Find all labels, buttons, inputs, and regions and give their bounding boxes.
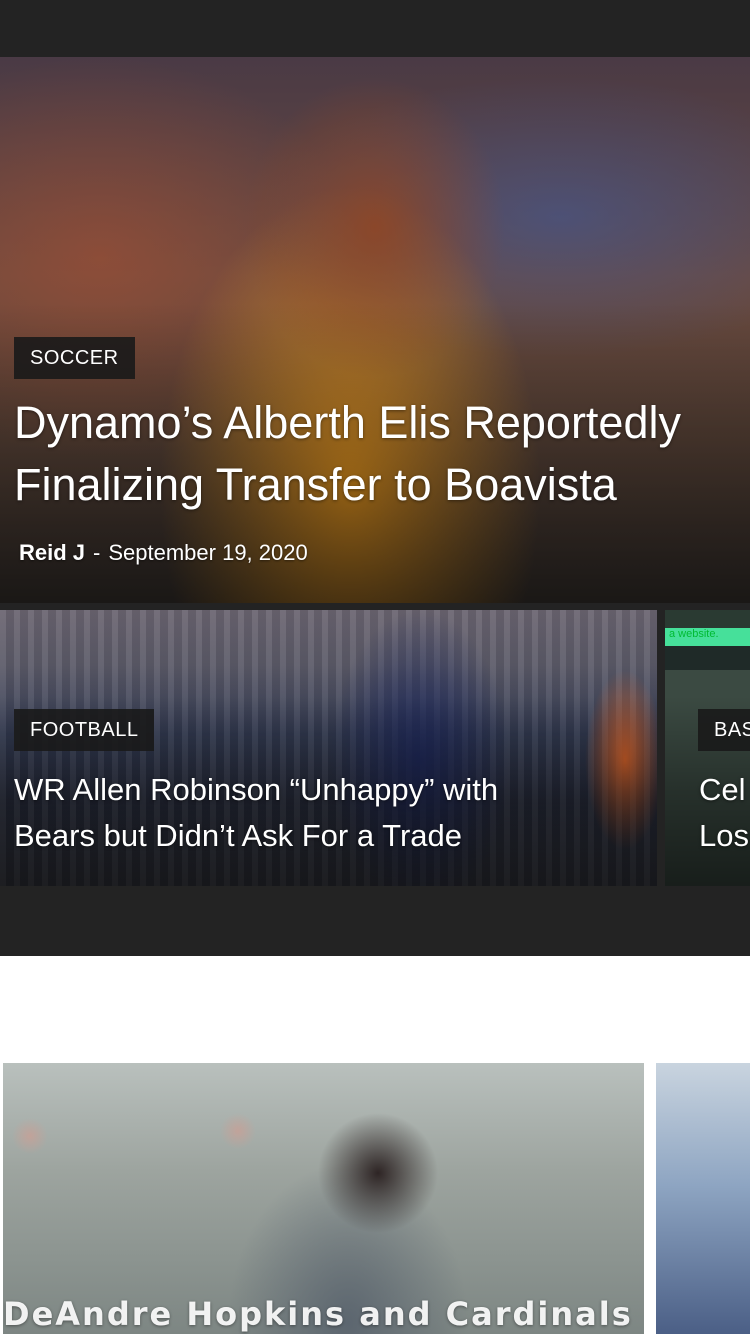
image-overlay-text: a website. — [669, 628, 719, 640]
carousel-card[interactable]: FOOTBALL WR Allen Robinson “Unhappy” wit… — [0, 610, 657, 886]
hero-category-badge[interactable]: SOCCER — [14, 337, 135, 379]
article-carousel[interactable]: FOOTBALL WR Allen Robinson “Unhappy” wit… — [0, 603, 750, 956]
lower-article-card[interactable] — [656, 1063, 750, 1334]
carousel-category-badge[interactable]: FOOTBALL — [14, 709, 155, 751]
hero-date: September 19, 2020 — [108, 540, 308, 565]
hero-author[interactable]: Reid J — [19, 540, 85, 565]
hero-meta: Reid J - September 19, 2020 — [19, 538, 308, 568]
meta-separator: - — [93, 540, 101, 565]
hero-article-card[interactable]: SOCCER Dynamo’s Alberth Elis Reportedly … — [0, 57, 750, 603]
carousel-category-badge[interactable]: BAS — [698, 709, 750, 751]
lower-article-card[interactable]: DeAndre Hopkins and Cardinals — [3, 1063, 644, 1334]
carousel-headline[interactable]: WR Allen Robinson “Unhappy” with Bears b… — [14, 767, 634, 859]
carousel-headline[interactable]: Cel Los — [699, 767, 750, 859]
top-bar — [0, 0, 750, 57]
hero-headline[interactable]: Dynamo’s Alberth Elis Reportedly Finaliz… — [14, 392, 750, 516]
lower-headline[interactable]: DeAndre Hopkins and Cardinals — [3, 1295, 633, 1333]
carousel-card[interactable]: a website. BAS Cel Los — [665, 610, 750, 886]
